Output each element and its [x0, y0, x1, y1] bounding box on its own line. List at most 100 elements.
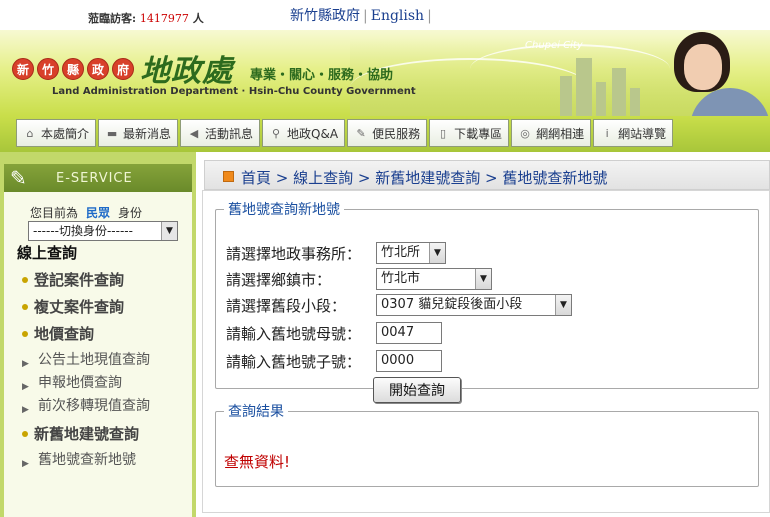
nav-label: 網站導覽: [618, 126, 667, 141]
chevron-down-icon: ▼: [429, 243, 445, 263]
sidebar: ✎ E-SERVICE 您目前為 民眾 身份 ------切換身份------ ▼ …: [0, 152, 196, 517]
identity-role: 民眾: [86, 206, 111, 220]
chevron-down-icon: ▼: [161, 222, 177, 240]
english-link[interactable]: English: [371, 8, 424, 24]
nav-links[interactable]: ◎ 網網相連: [511, 119, 592, 147]
info-icon: i: [605, 126, 609, 140]
sidebar-item-lot-number-query[interactable]: 新舊地建號查詢: [22, 420, 192, 447]
sidebar-item-label: 舊地號查新地號: [38, 452, 136, 468]
township-label: 請選擇鄉鎮市：: [226, 270, 332, 289]
start-query-button[interactable]: 開始查詢: [373, 377, 461, 403]
home-icon: ⌂: [26, 126, 34, 140]
download-icon: ▯: [440, 126, 447, 140]
county-char: 新: [12, 58, 34, 80]
county-char: 府: [112, 58, 134, 80]
bullet-icon: [22, 276, 28, 283]
nav-services[interactable]: ✎ 便民服務: [347, 119, 428, 147]
child-number-input[interactable]: 0000: [376, 350, 442, 372]
main-nav: ⌂ 本處簡介 ▬ 最新消息 ◀ 活動訊息 ⚲ 地政Q&A ✎ 便民服務 ▯ 下載專區 ◎ 網網…: [0, 116, 770, 152]
nav-downloads[interactable]: ▯ 下載專區: [429, 119, 510, 147]
section-label: 請選擇舊段小段：: [226, 296, 347, 315]
sidebar-item-label: 新舊地建號查詢: [34, 425, 140, 443]
sidebar-item-label: 複丈案件查詢: [34, 298, 125, 316]
square-bullet-icon: [223, 171, 234, 182]
nav-faq[interactable]: ⚲ 地政Q&A: [262, 119, 346, 147]
triangle-right-icon: ▶: [22, 359, 29, 369]
magnifier-icon: ⚲: [272, 126, 281, 140]
query-result: 查詢結果 查無資料!: [215, 401, 759, 487]
sidebar-item-label: 前次移轉現值查詢: [38, 398, 150, 414]
eservice-header: ✎ E-SERVICE: [4, 164, 192, 192]
sidebar-subitem-previous-transfer[interactable]: ▶ 前次移轉現值查詢: [22, 397, 192, 416]
result-legend: 查詢結果: [228, 404, 284, 420]
spokesperson-photo: [662, 30, 770, 116]
nav-sitemap[interactable]: i 網站導覽: [593, 119, 674, 147]
nav-label: 地政Q&A: [287, 126, 339, 141]
sidebar-menu: 登記案件查詢 複丈案件查詢 地價查詢 ▶ 公告土地現值查詢 ▶ 申報地價查詢 ▶ 前次…: [22, 266, 192, 474]
nav-label: 下載專區: [454, 126, 503, 141]
township-select-value: 竹北市: [381, 271, 421, 286]
sidebar-item-label: 公告土地現值查詢: [38, 352, 150, 368]
county-char: 政: [87, 58, 109, 80]
identity-select-value: ------切換身份------: [33, 224, 133, 238]
township-select[interactable]: 竹北市 ▼: [376, 268, 492, 290]
office-select-value: 竹北所: [381, 245, 421, 260]
pencil-icon: ✎: [10, 166, 27, 190]
sidebar-heading: 線上查詢: [17, 244, 78, 262]
county-char: 竹: [37, 58, 59, 80]
main-content: 首頁 > 線上查詢 > 新舊地建號查詢 > 舊地號查新地號 舊地號查詢新地號 請…: [202, 160, 770, 517]
nav-label: 本處簡介: [41, 126, 90, 141]
county-char: 縣: [62, 58, 84, 80]
identity-status: 您目前為 民眾 身份: [30, 204, 142, 221]
sidebar-subitem-old-to-new-lot[interactable]: ▶ 舊地號查新地號: [22, 451, 192, 470]
nav-about[interactable]: ⌂ 本處簡介: [16, 119, 97, 147]
nav-news[interactable]: ▬ 最新消息: [98, 119, 179, 147]
result-message: 查無資料!: [224, 453, 291, 471]
department-title: 地政處: [140, 54, 233, 89]
nav-label: 便民服務: [372, 126, 421, 141]
nav-label: 最新消息: [123, 126, 172, 141]
sidebar-subitem-declared-price[interactable]: ▶ 申報地價查詢: [22, 374, 192, 393]
identity-prefix: 您目前為: [30, 206, 79, 220]
bullet-icon: [22, 330, 28, 337]
department-english-name: Land Administration Department · Hsin-Ch…: [52, 86, 416, 97]
identity-switch-select[interactable]: ------切換身份------ ▼: [28, 221, 178, 241]
department-slogan: 專業・關心・服務・協助: [250, 68, 394, 83]
section-select[interactable]: 0307 貓兒錠段後面小段 ▼: [376, 294, 572, 316]
triangle-right-icon: ▶: [22, 405, 29, 415]
folder-icon: ▬: [106, 126, 118, 140]
office-label: 請選擇地政事務所：: [226, 244, 362, 263]
nav-events[interactable]: ◀ 活動訊息: [180, 119, 261, 147]
parent-number-row: 請輸入舊地號母號： 0047: [226, 321, 442, 345]
section-row: 請選擇舊段小段： 0307 貓兒錠段後面小段 ▼: [226, 293, 572, 317]
sidebar-item-label: 登記案件查詢: [34, 271, 125, 289]
visitor-counter: 蒞臨訪客: 1417977 人: [88, 10, 204, 26]
identity-suffix: 身份: [118, 206, 143, 220]
speaker-icon: ◀: [189, 126, 199, 140]
sidebar-item-survey-query[interactable]: 複丈案件查詢: [22, 293, 192, 320]
parent-number-input[interactable]: 0047: [376, 322, 442, 344]
sidebar-item-label: 地價查詢: [34, 325, 95, 343]
parent-number-label: 請輸入舊地號母號：: [226, 324, 362, 343]
county-gov-link[interactable]: 新竹縣政府: [290, 8, 360, 24]
chevron-down-icon: ▼: [475, 269, 491, 289]
top-links: 新竹縣政府 | English |: [290, 8, 432, 24]
township-row: 請選擇鄉鎮市： 竹北市 ▼: [226, 267, 492, 291]
eservice-label: E-SERVICE: [56, 171, 133, 186]
form-legend: 舊地號查詢新地號: [228, 202, 340, 218]
bullet-icon: [22, 430, 28, 437]
sidebar-item-registration-query[interactable]: 登記案件查詢: [22, 266, 192, 293]
header-banner: Chupei City 新 竹 縣 政 府 地政處 專業・關心・服務・協助 La…: [0, 30, 770, 116]
triangle-right-icon: ▶: [22, 459, 29, 469]
visitor-count: 1417977: [139, 12, 189, 25]
section-select-value: 0307 貓兒錠段後面小段: [381, 297, 523, 312]
office-select[interactable]: 竹北所 ▼: [376, 242, 446, 264]
nav-label: 活動訊息: [205, 126, 254, 141]
sidebar-item-land-price-query[interactable]: 地價查詢: [22, 320, 192, 347]
child-number-label: 請輸入舊地號子號：: [226, 352, 362, 371]
sidebar-subitem-announced-value[interactable]: ▶ 公告土地現值查詢: [22, 351, 192, 370]
breadcrumb[interactable]: 首頁 > 線上查詢 > 新舊地建號查詢 > 舊地號查新地號: [241, 167, 607, 188]
triangle-right-icon: ▶: [22, 382, 29, 392]
visitor-label: 蒞臨訪客:: [88, 12, 137, 25]
sidebar-item-label: 申報地價查詢: [38, 375, 122, 391]
